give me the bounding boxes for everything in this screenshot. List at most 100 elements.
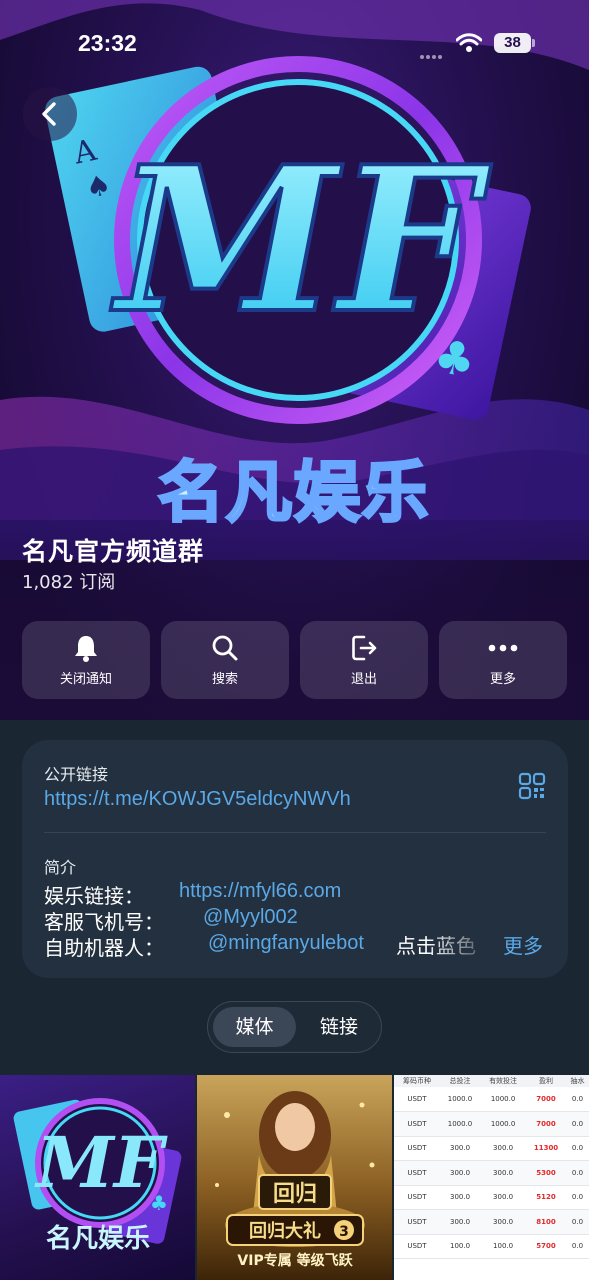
betting-table-image: 筹码币种 总投注 有效投注 盈利 抽水 USDT 1000.0 1000.0 7000 0.0 U… — [394, 1075, 589, 1259]
bot-handle-link[interactable]: @mingfanyulebot — [208, 932, 364, 955]
sheet-row: USDT 100.0 100.0 5700 0.0 — [394, 1234, 589, 1259]
sheet-cell: 300.0 — [439, 1185, 481, 1210]
sheet-cell: 0.0 — [565, 1087, 589, 1112]
sheet-row: USDT 300.0 300.0 8100 0.0 — [394, 1209, 589, 1235]
bio-row-support: 客服飞机号： @Myyl002 — [44, 906, 298, 934]
sheet-cell: 1000.0 — [439, 1087, 481, 1112]
sheet-cell: 300.0 — [480, 1160, 527, 1186]
status-time: 23:32 — [78, 30, 137, 56]
channel-title: 名凡官方频道群 — [22, 537, 205, 566]
status-bar: 23:32 38 — [0, 26, 589, 62]
search-button[interactable]: 搜索 — [161, 621, 289, 699]
sheet-cell: 5700 — [526, 1234, 566, 1259]
promo-image: 回归 回归大礼 3 VIP专属 等级飞跃 — [215, 1091, 375, 1269]
svg-text:VIP专属 等级飞跃: VIP专属 等级飞跃 — [237, 1252, 353, 1269]
sheet-cell: 1000.0 — [480, 1087, 527, 1112]
sheet-cell: 300.0 — [480, 1185, 527, 1210]
sheet-cell: 0.0 — [565, 1185, 589, 1210]
logo-image: ♣ MF 名凡娱乐 — [13, 1098, 182, 1254]
sheet-cell: 11300 — [526, 1136, 566, 1161]
sheet-header: 抽水 — [565, 1075, 589, 1087]
back-button[interactable] — [23, 87, 77, 141]
svg-text:名凡娱乐: 名凡娱乐 — [46, 1223, 150, 1254]
sheet-cell: USDT — [394, 1160, 440, 1186]
sheet-cell: 7000 — [526, 1111, 566, 1137]
sheet-cell: USDT — [394, 1185, 440, 1210]
leave-button[interactable]: 退出 — [300, 621, 428, 699]
bio-key: 客服飞机号： — [44, 910, 164, 934]
bio-row-site: 娱乐链接： https://mfyl66.com — [44, 880, 341, 908]
wifi-icon — [456, 33, 482, 52]
sheet-cell: 0.0 — [565, 1136, 589, 1161]
search-label: 搜索 — [211, 672, 238, 687]
bio-row-bot: 自助机器人： @mingfanyulebot — [44, 932, 364, 960]
sheet-cell: USDT — [394, 1136, 440, 1161]
bio-label: 简介 — [44, 858, 77, 877]
mute-button[interactable]: 关闭通知 — [22, 621, 150, 699]
sheet-row: USDT 300.0 300.0 11300 0.0 — [394, 1136, 589, 1161]
sheet-cell: 300.0 — [480, 1209, 527, 1235]
bio-more-link[interactable]: 更多 — [503, 930, 543, 959]
sheet-cell: 300.0 — [439, 1136, 481, 1161]
sheet-row: USDT 1000.0 1000.0 7000 0.0 — [394, 1087, 589, 1112]
sheet-row: USDT 300.0 300.0 5120 0.0 — [394, 1185, 589, 1210]
more-label: 更多 — [489, 672, 516, 687]
battery-icon: 38 — [494, 33, 536, 53]
sheet-cell: 300.0 — [439, 1160, 481, 1186]
public-link-label: 公开链接 — [44, 765, 109, 784]
tab-media[interactable]: 媒体 — [213, 1007, 296, 1047]
sheet-cell: 5120 — [526, 1185, 566, 1210]
sheet-row: USDT 300.0 300.0 5300 0.0 — [394, 1160, 589, 1186]
divider — [44, 832, 546, 833]
site-link[interactable]: https://mfyl66.com — [179, 880, 341, 903]
sheet-cell: 0.0 — [565, 1111, 589, 1137]
sheet-header: 筹码币种 — [394, 1075, 440, 1087]
sheet-cell: 7000 — [526, 1087, 566, 1112]
more-button[interactable]: 更多 — [439, 621, 567, 699]
sheet-cell: 1000.0 — [480, 1111, 527, 1137]
sheet-header: 盈利 — [526, 1075, 566, 1087]
sheet-cell: USDT — [394, 1234, 440, 1259]
sheet-cell: 0.0 — [565, 1234, 589, 1259]
chevron-left-icon — [42, 102, 56, 126]
sheet-cell: 8100 — [526, 1209, 566, 1235]
svg-text:回归大礼: 回归大礼 — [249, 1220, 321, 1242]
leave-icon — [352, 635, 377, 661]
media-thumbnail[interactable]: 筹码币种 总投注 有效投注 盈利 抽水 USDT 1000.0 1000.0 7000 0.0 U… — [394, 1075, 589, 1280]
svg-text:MF: MF — [34, 1121, 167, 1204]
qr-code-icon[interactable] — [518, 772, 546, 800]
sheet-cell: 300.0 — [439, 1209, 481, 1235]
bio-key: 自助机器人： — [44, 936, 164, 960]
sheet-cell: USDT — [394, 1111, 440, 1137]
search-icon — [212, 635, 238, 661]
svg-text:回归: 回归 — [273, 1182, 317, 1207]
channel-actions: 关闭通知 搜索 退出 更多 — [22, 621, 568, 699]
media-thumbnail[interactable]: ♣ MF 名凡娱乐 — [0, 1075, 195, 1280]
bio-overflow-text: 点击蓝色 — [396, 930, 496, 958]
more-icon — [488, 644, 518, 652]
media-thumbnail[interactable]: 回归 回归大礼 3 VIP专属 等级飞跃 — [197, 1075, 392, 1280]
logo-text: MF — [110, 123, 491, 358]
sheet-cell: 100.0 — [480, 1234, 527, 1259]
bio-key: 娱乐链接： — [44, 884, 144, 908]
sheet-cell: USDT — [394, 1209, 440, 1235]
tab-links[interactable]: 链接 — [300, 1007, 378, 1047]
battery-level: 38 — [494, 33, 531, 53]
bell-icon — [75, 636, 97, 662]
sheet-row: USDT 1000.0 1000.0 7000 0.0 — [394, 1111, 589, 1137]
svg-text:3: 3 — [339, 1224, 349, 1240]
channel-cover: A ♠ ♣ MF 名凡娱乐 — [0, 0, 589, 720]
leave-label: 退出 — [350, 672, 377, 687]
subscriber-count: 1,082 订阅 — [22, 572, 116, 593]
sheet-cell: 300.0 — [480, 1136, 527, 1161]
sheet-cell: 100.0 — [439, 1234, 481, 1259]
sheet-header: 有效投注 — [480, 1075, 527, 1087]
sheet-cell: USDT — [394, 1087, 440, 1112]
channel-info-card: 公开链接 https://t.me/KOWJGV5eldcyNWVh 简介 娱乐… — [22, 740, 568, 978]
public-link[interactable]: https://t.me/KOWJGV5eldcyNWVh — [44, 788, 351, 811]
sheet-cell: 0.0 — [565, 1209, 589, 1235]
sheet-header: 总投注 — [439, 1075, 481, 1087]
sheet-cell: 5300 — [526, 1160, 566, 1186]
sheet-cell: 1000.0 — [439, 1111, 481, 1137]
support-handle-link[interactable]: @Myyl002 — [203, 906, 298, 929]
